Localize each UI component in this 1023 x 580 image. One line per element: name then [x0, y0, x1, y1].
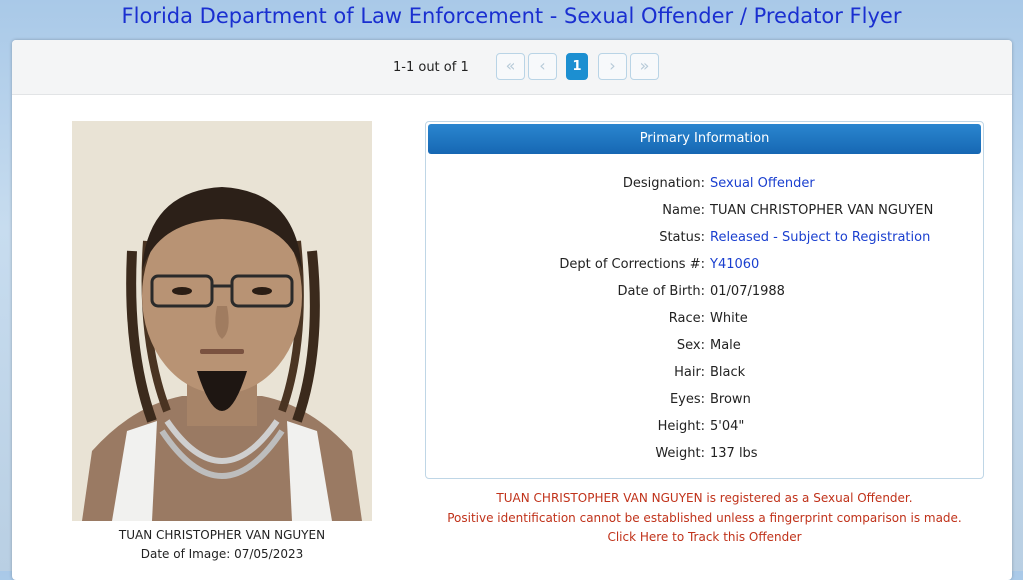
info-value: Male [710, 338, 741, 353]
info-value: White [710, 311, 748, 326]
info-row: Hair: Black [426, 365, 985, 385]
info-label: Name: [662, 203, 705, 218]
info-label: Status: [659, 230, 705, 245]
info-row: Dept of Corrections #: Y41060 [426, 257, 985, 277]
info-row: Eyes: Brown [426, 392, 985, 412]
info-row: Race: White [426, 311, 985, 331]
info-row: Date of Birth: 01/07/1988 [426, 284, 985, 304]
offender-photo [72, 121, 372, 521]
prev-page-button[interactable]: ‹ [528, 53, 557, 80]
info-row: Weight: 137 lbs [426, 446, 985, 466]
info-value[interactable]: Sexual Offender [710, 176, 815, 191]
info-value: 137 lbs [710, 446, 758, 461]
primary-info-box: Primary Information Designation: Sexual O… [425, 121, 984, 479]
info-label: Date of Birth: [617, 284, 705, 299]
result-count: 1-1 out of 1 [393, 60, 469, 75]
pagination-bar: 1-1 out of 1 « ‹ 1 › » [12, 40, 1012, 95]
info-label: Race: [668, 311, 705, 326]
registration-notice: TUAN CHRISTOPHER VAN NGUYEN is registere… [496, 491, 913, 505]
info-row: Status: Released - Subject to Registratio… [426, 230, 985, 250]
info-row: Sex: Male [426, 338, 985, 358]
primary-info-header: Primary Information [428, 124, 981, 154]
next-page-button[interactable]: › [598, 53, 627, 80]
info-value: Black [710, 365, 746, 380]
page-1-button[interactable]: 1 [566, 53, 588, 80]
info-value: Brown [710, 392, 751, 407]
info-value[interactable]: Y41060 [710, 257, 759, 272]
track-offender-link[interactable]: Click Here to Track this Offender [425, 530, 984, 544]
last-page-button[interactable]: » [630, 53, 659, 80]
page-title: Florida Department of Law Enforcement - … [121, 4, 902, 28]
info-value: 01/07/1988 [710, 284, 785, 299]
info-row: Designation: Sexual Offender [426, 176, 985, 196]
info-value[interactable]: Released - Subject to Registration [710, 230, 930, 245]
info-value: 5'04" [710, 419, 745, 434]
info-label: Height: [657, 419, 705, 434]
first-page-button[interactable]: « [496, 53, 525, 80]
info-label: Designation: [622, 176, 705, 191]
photo-date: Date of Image: 07/05/2023 [140, 547, 304, 561]
flyer-panel: 1-1 out of 1 « ‹ 1 › » TUAN CHRISTOPHER … [12, 40, 1012, 580]
info-row: Height: 5'04" [426, 419, 985, 439]
info-label: Sex: [676, 338, 705, 353]
info-label: Eyes: [669, 392, 705, 407]
info-label: Hair: [674, 365, 705, 380]
info-label: Weight: [655, 446, 705, 461]
info-row: Name: TUAN CHRISTOPHER VAN NGUYEN [426, 203, 985, 223]
info-label: Dept of Corrections #: [559, 257, 705, 272]
photo-caption-name: TUAN CHRISTOPHER VAN NGUYEN [118, 528, 326, 542]
fingerprint-notice: Positive identification cannot be establ… [447, 511, 962, 525]
info-value: TUAN CHRISTOPHER VAN NGUYEN [710, 203, 934, 218]
